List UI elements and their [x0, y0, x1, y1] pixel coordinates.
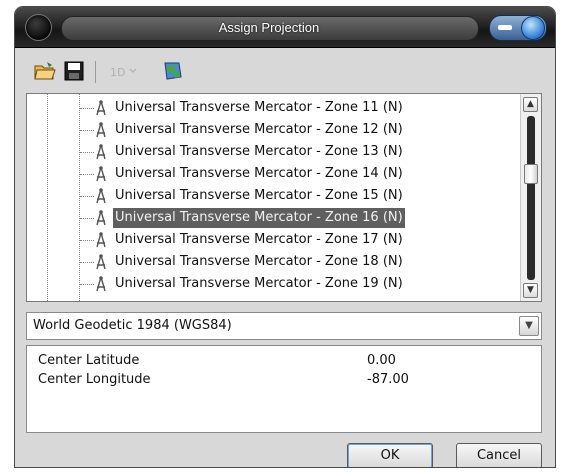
tree-item-label: Universal Transverse Mercator - Zone 16 … — [113, 208, 405, 228]
projection-icon — [96, 210, 106, 226]
cancel-button[interactable]: Cancel — [456, 443, 542, 467]
globe-icon[interactable] — [161, 59, 185, 83]
toolbar: 1D — [15, 53, 555, 93]
tree-item-label: Universal Transverse Mercator - Zone 18 … — [115, 254, 403, 269]
tree-item[interactable]: Universal Transverse Mercator - Zone 13 … — [27, 141, 523, 163]
toolbar-separator — [95, 61, 96, 83]
window-controls — [489, 15, 547, 41]
projection-icon — [96, 122, 106, 138]
projection-icon — [96, 166, 106, 182]
projection-icon — [96, 276, 106, 292]
window-title: Assign Projection — [218, 20, 320, 35]
scroll-down-button[interactable]: ▼ — [523, 283, 538, 298]
chevron-down-icon: ▼ — [527, 285, 534, 295]
tree-item-label: Universal Transverse Mercator - Zone 14 … — [115, 166, 403, 181]
window-menu-orb-icon[interactable] — [25, 14, 52, 41]
tree-item-label: Universal Transverse Mercator - Zone 19 … — [115, 276, 403, 291]
identify-dropdown-icon[interactable]: 1D — [109, 59, 139, 83]
save-icon[interactable] — [62, 59, 86, 83]
minimize-button[interactable] — [498, 25, 512, 30]
tree-item-label: Universal Transverse Mercator - Zone 11 … — [115, 100, 403, 115]
datum-select[interactable]: World Geodetic 1984 (WGS84) ▼ — [26, 312, 542, 340]
tree-item[interactable]: Universal Transverse Mercator - Zone 11 … — [27, 97, 523, 119]
tree-item[interactable]: Universal Transverse Mercator - Zone 12 … — [27, 119, 523, 141]
tree-item-label: Universal Transverse Mercator - Zone 13 … — [115, 144, 403, 159]
scroll-up-button[interactable]: ▲ — [523, 97, 538, 112]
param-name: Center Latitude — [38, 353, 140, 368]
projection-icon — [96, 188, 106, 204]
projection-tree[interactable]: Universal Transverse Mercator - Zone 11 … — [26, 93, 542, 302]
param-value: -87.00 — [367, 372, 409, 387]
title-bar[interactable]: Assign Projection — [15, 7, 555, 48]
assign-projection-dialog: Assign Projection 1D Universal Transvers… — [14, 6, 556, 468]
chevron-up-icon: ▲ — [527, 99, 534, 109]
projection-icon — [96, 254, 106, 270]
tree-item[interactable]: Universal Transverse Mercator - Zone 19 … — [27, 273, 523, 295]
open-folder-icon[interactable] — [33, 59, 57, 83]
tree-item-label: Universal Transverse Mercator - Zone 12 … — [115, 122, 403, 137]
tree-scrollbar[interactable]: ▲ ▼ — [520, 94, 541, 301]
tree-item[interactable]: Universal Transverse Mercator - Zone 18 … — [27, 251, 523, 273]
tree-item[interactable]: Universal Transverse Mercator - Zone 14 … — [27, 163, 523, 185]
param-name: Center Longitude — [38, 372, 151, 387]
param-row: Center Longitude -87.00 — [27, 370, 541, 390]
tree-item-label: Universal Transverse Mercator - Zone 15 … — [115, 188, 403, 203]
ok-button[interactable]: OK — [347, 443, 433, 467]
datum-select-value: World Geodetic 1984 (WGS84) — [33, 318, 232, 333]
svg-text:1D: 1D — [110, 66, 125, 79]
projection-icon — [96, 100, 106, 116]
tree-item-label: Universal Transverse Mercator - Zone 17 … — [115, 232, 403, 247]
tree-item[interactable]: Universal Transverse Mercator - Zone 17 … — [27, 229, 523, 251]
tree-item-selected[interactable]: Universal Transverse Mercator - Zone 16 … — [27, 207, 523, 229]
projection-icon — [96, 144, 106, 160]
param-row: Center Latitude 0.00 — [27, 351, 541, 371]
datum-dropdown-button[interactable]: ▼ — [519, 316, 539, 336]
projection-icon — [96, 232, 106, 248]
scroll-track[interactable] — [527, 116, 535, 280]
close-button[interactable] — [521, 16, 545, 40]
chevron-down-icon: ▼ — [525, 320, 533, 331]
scroll-thumb[interactable] — [524, 164, 538, 184]
projection-parameters: Center Latitude 0.00 Center Longitude -8… — [26, 345, 542, 433]
tree-item[interactable]: Universal Transverse Mercator - Zone 15 … — [27, 185, 523, 207]
param-value: 0.00 — [367, 353, 396, 368]
